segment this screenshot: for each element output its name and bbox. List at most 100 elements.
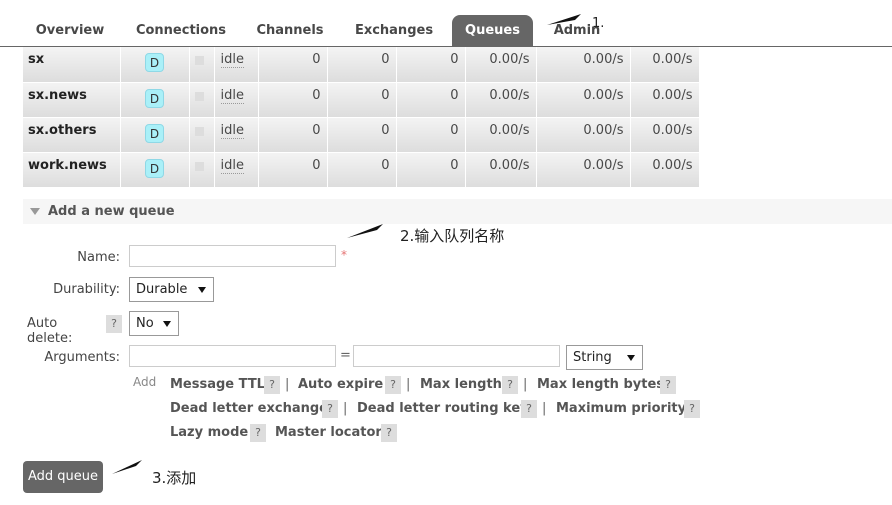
tab-queues[interactable]: Queues xyxy=(452,15,533,47)
unacked-count: 0 xyxy=(327,82,397,118)
queue-name[interactable]: sx xyxy=(23,47,121,83)
deliver-rate: 0.00/s xyxy=(536,152,631,188)
ack-rate: 0.00/s xyxy=(630,117,700,153)
durable-badge: D xyxy=(145,53,164,72)
ready-count: 0 xyxy=(258,117,328,153)
help-icon[interactable]: ? xyxy=(684,400,700,418)
queue-checkbox[interactable] xyxy=(194,161,204,171)
table-row[interactable]: sx.news D idle 0 0 0 0.00/s 0.00/s 0.00/… xyxy=(23,82,700,118)
queue-state: idle xyxy=(220,52,244,68)
ack-rate: 0.00/s xyxy=(630,82,700,118)
ack-rate: 0.00/s xyxy=(630,47,700,83)
required-mark: * xyxy=(341,248,347,262)
queue-state: idle xyxy=(220,87,244,104)
queue-name[interactable]: work.news xyxy=(23,152,121,188)
deliver-rate: 0.00/s xyxy=(536,47,631,83)
triangle-down-icon xyxy=(30,208,40,215)
unacked-count: 0 xyxy=(327,152,397,188)
section-title: Add a new queue xyxy=(48,204,175,219)
tab-connections[interactable]: Connections xyxy=(128,15,234,47)
help-icon[interactable]: ? xyxy=(521,400,537,418)
arg-max-length-bytes[interactable]: Max length bytes xyxy=(537,377,664,392)
auto-delete-label: Auto delete: xyxy=(27,316,73,346)
queue-state: idle xyxy=(220,157,244,174)
queue-checkbox[interactable] xyxy=(194,126,204,136)
table-row[interactable]: work.news D idle 0 0 0 0.00/s 0.00/s 0.0… xyxy=(23,152,700,188)
help-icon[interactable]: ? xyxy=(264,376,280,394)
name-label: Name: xyxy=(77,250,120,265)
arrow-icon xyxy=(547,14,581,25)
arrow-icon xyxy=(112,460,142,474)
queue-checkbox[interactable] xyxy=(194,56,204,65)
annotation-step-2: 2.输入队列名称 xyxy=(400,227,505,245)
tab-channels[interactable]: Channels xyxy=(248,15,332,47)
total-count: 0 xyxy=(396,47,466,83)
unacked-count: 0 xyxy=(327,117,397,153)
arg-dead-letter-exchange[interactable]: Dead letter exchange xyxy=(170,401,328,416)
arg-message-ttl[interactable]: Message TTL xyxy=(170,377,265,392)
annotation-step-1: 1. xyxy=(592,16,605,31)
add-queue-section-header[interactable]: Add a new queue xyxy=(23,199,892,224)
ready-count: 0 xyxy=(258,152,328,188)
durable-badge: D xyxy=(145,158,164,178)
unacked-count: 0 xyxy=(327,47,397,83)
ready-count: 0 xyxy=(258,47,328,83)
arg-dead-letter-routing-key[interactable]: Dead letter routing key xyxy=(357,401,529,416)
incoming-rate: 0.00/s xyxy=(465,117,537,153)
durability-select[interactable]: Durable xyxy=(129,277,214,302)
help-icon[interactable]: ? xyxy=(381,424,397,442)
argument-value-input[interactable] xyxy=(353,345,560,367)
arg-lazy-mode[interactable]: Lazy mode xyxy=(170,425,248,440)
durable-badge: D xyxy=(145,123,164,143)
argument-type-value: String xyxy=(573,350,612,365)
main-nav-tabs: Overview Connections Channels Exchanges … xyxy=(0,0,892,47)
help-icon[interactable]: ? xyxy=(660,376,676,394)
durability-label: Durability: xyxy=(53,282,120,297)
total-count: 0 xyxy=(396,152,466,188)
arg-max-length[interactable]: Max length xyxy=(420,377,502,392)
ready-count: 0 xyxy=(258,82,328,118)
incoming-rate: 0.00/s xyxy=(465,152,537,188)
separator: | xyxy=(285,377,290,392)
table-row[interactable]: sx D idle 0 0 0 0.00/s 0.00/s 0.00/s xyxy=(23,47,700,83)
queue-name[interactable]: sx.news xyxy=(23,82,121,118)
separator: | xyxy=(406,377,411,392)
tab-overview[interactable]: Overview xyxy=(26,15,114,47)
table-row[interactable]: sx.others D idle 0 0 0 0.00/s 0.00/s 0.0… xyxy=(23,117,700,153)
total-count: 0 xyxy=(396,82,466,118)
caret-down-icon xyxy=(198,287,206,293)
auto-delete-select[interactable]: No xyxy=(129,311,179,336)
total-count: 0 xyxy=(396,117,466,153)
separator: | xyxy=(523,377,528,392)
argument-type-select[interactable]: String xyxy=(566,345,643,370)
arg-master-locator[interactable]: Master locator xyxy=(275,425,382,440)
durable-badge: D xyxy=(145,88,164,108)
tab-exchanges[interactable]: Exchanges xyxy=(346,15,442,47)
annotation-step-3: 3.添加 xyxy=(152,469,197,487)
help-icon[interactable]: ? xyxy=(385,376,401,394)
ack-rate: 0.00/s xyxy=(630,152,700,188)
add-argument-label: Add xyxy=(133,375,157,389)
arrow-icon xyxy=(347,224,383,238)
queue-name-input[interactable] xyxy=(129,245,336,267)
add-queue-button[interactable]: Add queue xyxy=(23,461,103,493)
incoming-rate: 0.00/s xyxy=(465,47,537,83)
queue-checkbox[interactable] xyxy=(194,91,204,101)
help-icon[interactable]: ? xyxy=(106,315,122,333)
arg-auto-expire[interactable]: Auto expire xyxy=(298,377,383,392)
queue-name[interactable]: sx.others xyxy=(23,117,121,153)
help-icon[interactable]: ? xyxy=(322,400,338,418)
arg-maximum-priority[interactable]: Maximum priority xyxy=(556,401,686,416)
queue-state: idle xyxy=(220,122,244,139)
deliver-rate: 0.00/s xyxy=(536,82,631,118)
equals-sign: = xyxy=(340,348,351,363)
separator: | xyxy=(343,401,348,416)
auto-delete-value: No xyxy=(136,316,154,331)
caret-down-icon xyxy=(627,355,635,361)
separator: | xyxy=(542,401,547,416)
help-icon[interactable]: ? xyxy=(502,376,518,394)
queues-table: sx D idle 0 0 0 0.00/s 0.00/s 0.00/s sx.… xyxy=(23,47,700,188)
argument-key-input[interactable] xyxy=(129,345,336,367)
help-icon[interactable]: ? xyxy=(250,424,266,442)
arguments-label: Arguments: xyxy=(44,350,120,365)
